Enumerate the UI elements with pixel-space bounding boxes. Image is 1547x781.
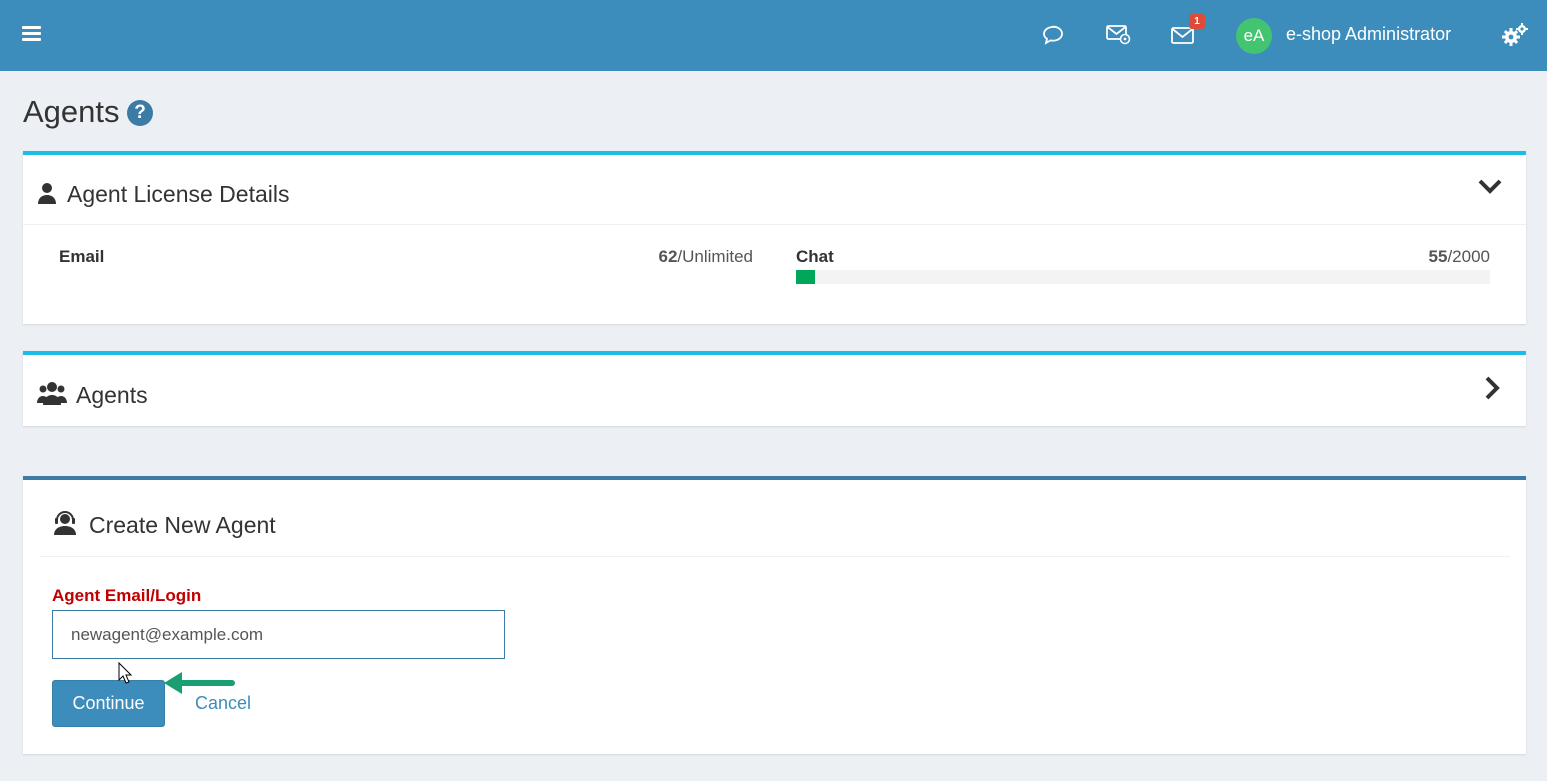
users-icon [37,381,67,410]
page-title: Agents [23,94,120,129]
chat-progress-fill [796,270,816,284]
chat-license-progress [796,270,1490,284]
chevron-down-icon[interactable] [1477,177,1503,200]
avatar[interactable]: eA [1236,18,1272,54]
license-details-title: Agent License Details [67,181,290,207]
email-license-count: 62/Unlimited [658,247,753,267]
agent-email-label: Agent Email/Login [52,586,202,605]
mouse-cursor-icon [118,662,132,684]
chat-license-label: Chat [796,247,834,266]
user-icon [37,182,57,209]
headset-agent-icon [53,509,77,540]
hamburger-icon[interactable] [22,26,41,42]
license-details-panel: Agent License Details Email 62/Unlimited… [23,151,1526,324]
email-limit: /Unlimited [677,247,753,266]
annotation-arrow-icon [164,672,235,694]
chat-used: 55 [1428,247,1448,266]
email-used: 62 [658,247,678,266]
speech-bubble-icon[interactable] [1040,22,1066,48]
create-agent-panel: Create New Agent Agent Email/Login Conti… [23,476,1526,754]
agents-panel-title: Agents [76,382,148,408]
header-divider [23,224,1526,225]
agent-email-input[interactable] [52,610,505,659]
chat-limit: /2000 [1447,247,1490,266]
gears-icon[interactable] [1502,22,1528,48]
email-license-label: Email [59,247,105,266]
top-navbar: 1 eA e-shop Administrator [0,0,1547,71]
agents-panel[interactable]: Agents [23,351,1526,426]
chat-license-count: 55/2000 [1429,247,1490,267]
user-name[interactable]: e-shop Administrator [1286,24,1451,45]
create-agent-title: Create New Agent [89,512,276,538]
help-icon[interactable]: ? [127,100,153,126]
chevron-right-icon[interactable] [1483,375,1501,406]
envelope-gear-icon[interactable] [1105,22,1131,48]
mail-badge: 1 [1189,14,1205,29]
header-divider [39,556,1510,557]
continue-button[interactable]: Continue [52,680,165,727]
